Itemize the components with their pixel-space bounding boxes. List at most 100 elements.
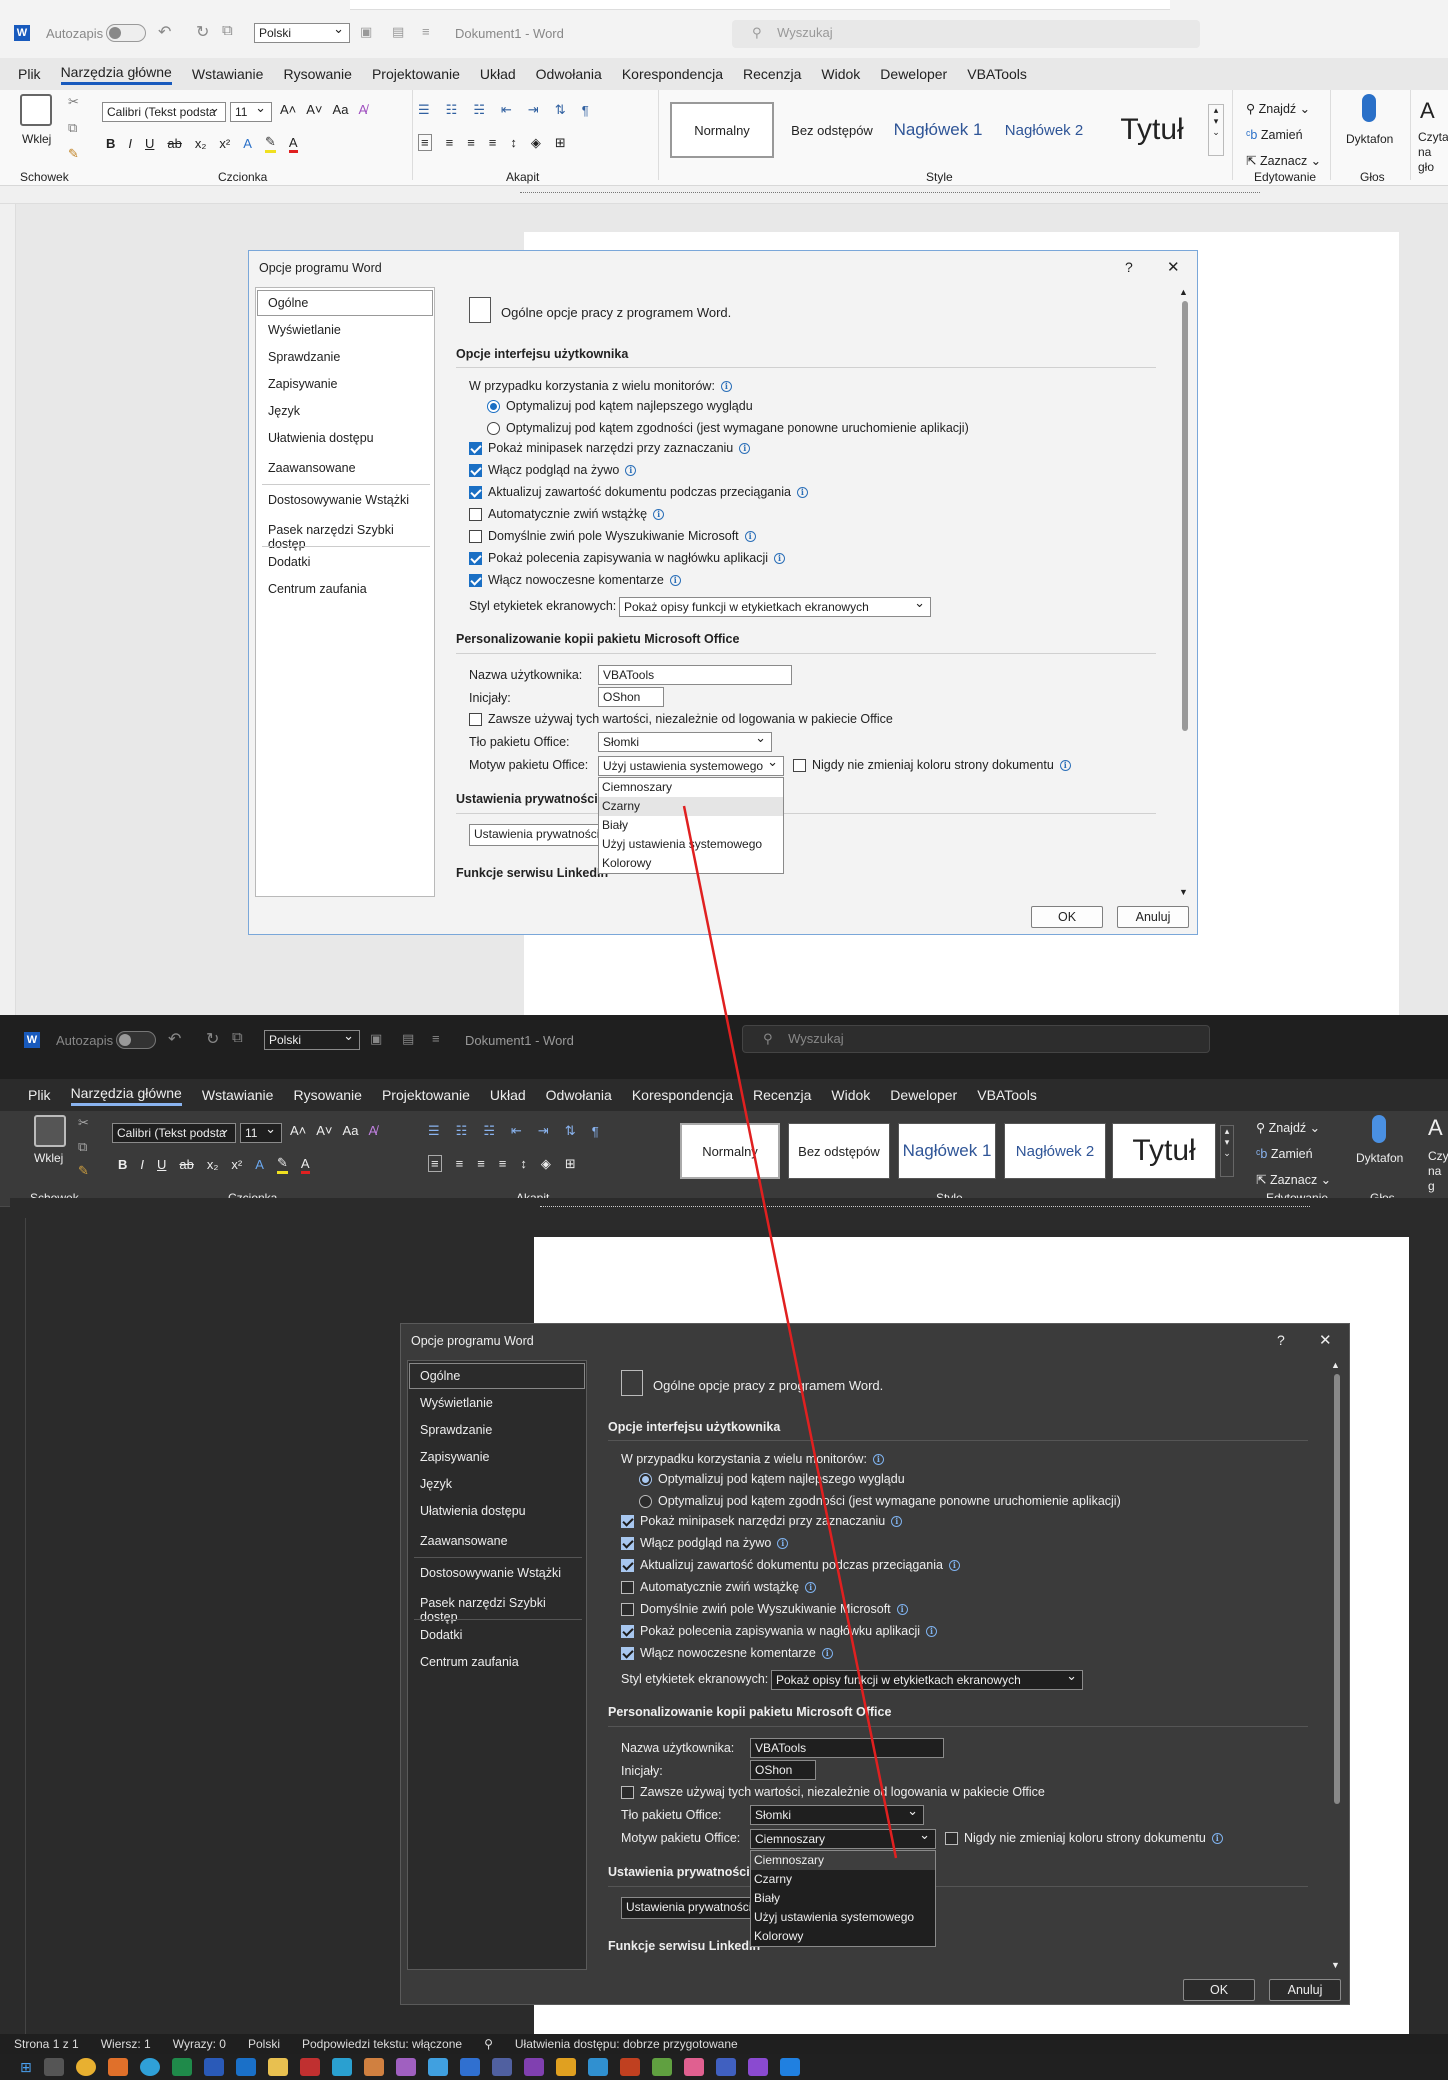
redo-icon[interactable]: ↻ <box>196 22 209 42</box>
firefox-icon[interactable] <box>107 2058 128 2076</box>
app-icon[interactable] <box>395 2058 416 2076</box>
multilevel-list-icon[interactable]: ☵ <box>473 102 485 118</box>
styles-scroll-dark[interactable]: ▴ ▾ ⌄ <box>1220 1125 1234 1177</box>
always-use-checkbox[interactable]: Zawsze używaj tych wartości, niezależnie… <box>469 712 893 726</box>
align-left-icon[interactable]: ≡ <box>428 1155 442 1172</box>
tab-0[interactable]: Plik <box>28 1087 51 1103</box>
shrink-font-icon[interactable]: A˅ <box>316 1123 332 1138</box>
font-color-icon[interactable]: A <box>300 1156 310 1174</box>
nav-advanced[interactable]: Zaawansowane <box>268 461 356 475</box>
app-icon[interactable] <box>459 2058 480 2076</box>
checkbox-option-3[interactable]: Automatycznie zwiń wstążkę i <box>469 507 665 521</box>
highlight-icon[interactable]: ✎ <box>276 1155 288 1174</box>
ok-button[interactable]: OK <box>1031 906 1103 928</box>
horizontal-ruler[interactable] <box>0 186 1448 204</box>
strikethrough-icon[interactable]: ab <box>167 136 181 151</box>
text-effects-icon[interactable]: A <box>255 1157 264 1172</box>
tab-10[interactable]: Deweloper <box>890 1087 957 1103</box>
subscript-icon[interactable]: x₂ <box>207 1157 219 1172</box>
theme-option-colorful[interactable]: Kolorowy <box>751 1927 935 1946</box>
chrome-icon[interactable] <box>75 2058 96 2076</box>
explorer-icon[interactable] <box>267 2058 288 2076</box>
underline-icon[interactable]: U <box>157 1157 166 1172</box>
status-page[interactable]: Strona 1 z 1 <box>14 2037 79 2051</box>
autosave-toggle[interactable] <box>106 24 146 42</box>
replace-button[interactable]: ᶜb Zamień <box>1246 122 1321 148</box>
checkbox-option-3[interactable]: Automatycznie zwiń wstążkę i <box>621 1580 817 1594</box>
close-button[interactable]: ✕ <box>1167 258 1180 276</box>
status-language[interactable]: Polski <box>248 2037 280 2051</box>
radio-best-appearance[interactable]: Optymalizuj pod kątem najlepszego wygląd… <box>639 1472 905 1486</box>
style-heading1[interactable]: Nagłówek 1 <box>886 102 990 158</box>
paste-icon[interactable] <box>20 94 52 126</box>
tab-3[interactable]: Rysowanie <box>293 1087 361 1103</box>
nav-customize-ribbon[interactable]: Dostosowywanie Wstążki <box>268 493 409 507</box>
app-icon[interactable] <box>715 2058 736 2076</box>
close-button[interactable]: ✕ <box>1319 1331 1332 1349</box>
numbering-icon[interactable]: ☷ <box>456 1123 468 1139</box>
align-center-icon[interactable]: ≡ <box>456 1156 464 1171</box>
nav-proofing[interactable]: Sprawdzanie <box>420 1423 492 1437</box>
style-heading2-dark[interactable]: Nagłówek 2 <box>1004 1123 1106 1179</box>
shrink-font-icon[interactable]: A˅ <box>306 102 322 117</box>
checkbox-option-1[interactable]: Włącz podgląd na żywo i <box>621 1536 789 1550</box>
show-marks-icon[interactable]: ¶ <box>592 1124 599 1139</box>
tab-1[interactable]: Narzędzia główne <box>70 1085 182 1106</box>
show-marks-icon[interactable]: ¶ <box>582 103 589 118</box>
copy-icon[interactable]: ⧉ <box>68 120 77 136</box>
tab-2[interactable]: Wstawianie <box>202 1087 274 1103</box>
bullets-icon[interactable]: ☰ <box>418 102 430 118</box>
numbering-icon[interactable]: ☷ <box>446 102 458 118</box>
change-case-icon[interactable]: Aa <box>343 1123 359 1138</box>
tab-7[interactable]: Korespondencja <box>632 1087 733 1103</box>
tab-11[interactable]: VBATools <box>977 1087 1037 1103</box>
theme-select[interactable]: Ciemnoszary <box>750 1829 936 1849</box>
font-size-select-dark[interactable]: 11 <box>240 1123 282 1143</box>
app-icon[interactable] <box>555 2058 576 2076</box>
app-icon[interactable] <box>363 2058 384 2076</box>
align-center-icon[interactable]: ≡ <box>446 135 454 150</box>
status-words[interactable]: Wyrazy: 0 <box>173 2037 226 2051</box>
microphone-icon[interactable] <box>1362 94 1376 122</box>
initials-input[interactable]: OShon <box>750 1760 816 1780</box>
nav-addins[interactable]: Dodatki <box>420 1628 462 1642</box>
search-box-dark[interactable]: ⚲ Wyszukaj <box>742 1025 1210 1053</box>
start-icon[interactable]: ⊞ <box>20 2059 32 2076</box>
style-title-dark[interactable]: Tytuł <box>1112 1123 1216 1179</box>
tab-5[interactable]: Układ <box>490 1087 526 1103</box>
nav-trust-center[interactable]: Centrum zaufania <box>268 582 367 596</box>
tab-11[interactable]: VBATools <box>967 66 1027 82</box>
tab-8[interactable]: Recenzja <box>743 66 801 82</box>
app-icon[interactable] <box>619 2058 640 2076</box>
decrease-indent-icon[interactable]: ⇤ <box>501 102 512 118</box>
checkbox-option-2[interactable]: Aktualizuj zawartość dokumentu podczas p… <box>469 485 808 499</box>
highlight-icon[interactable]: ✎ <box>264 134 276 153</box>
screenshot-icon[interactable]: ⧉ <box>222 22 233 39</box>
excel-icon[interactable] <box>171 2058 192 2076</box>
clear-format-icon[interactable]: A̸ <box>368 1123 377 1138</box>
select-button-dark[interactable]: ⇱ Zaznacz ⌄ <box>1256 1167 1331 1193</box>
grow-font-icon[interactable]: A˄ <box>290 1123 306 1138</box>
checkbox-option-0[interactable]: Pokaż minipasek narzędzi przy zaznaczani… <box>469 441 751 455</box>
save-icon[interactable]: ▣ <box>360 24 372 40</box>
initials-input[interactable]: OShon <box>598 687 664 707</box>
replace-button-dark[interactable]: ᶜb Zamień <box>1256 1141 1331 1167</box>
theme-option-colorful[interactable]: Kolorowy <box>599 854 783 873</box>
print-icon[interactable]: ▤ <box>392 24 404 40</box>
read-aloud-button[interactable]: Czyta na gło <box>1418 130 1448 175</box>
theme-option-white[interactable]: Biały <box>751 1889 935 1908</box>
tab-8[interactable]: Recenzja <box>753 1087 811 1103</box>
align-left-icon[interactable]: ≡ <box>418 134 432 151</box>
language-select-dark[interactable]: Polski <box>264 1030 360 1050</box>
never-change-checkbox[interactable]: Nigdy nie zmieniaj koloru strony dokumen… <box>945 1831 1223 1845</box>
tab-4[interactable]: Projektowanie <box>382 1087 470 1103</box>
tab-4[interactable]: Projektowanie <box>372 66 460 82</box>
borders-icon[interactable]: ⊞ <box>555 135 566 151</box>
sort-icon[interactable]: ⇅ <box>565 1123 576 1139</box>
increase-indent-icon[interactable]: ⇥ <box>528 102 539 118</box>
tab-6[interactable]: Odwołania <box>546 1087 612 1103</box>
always-use-checkbox[interactable]: Zawsze używaj tych wartości, niezależnie… <box>621 1785 1045 1799</box>
read-aloud-button-dark[interactable]: Czy na g <box>1428 1149 1448 1194</box>
app-icon[interactable] <box>299 2058 320 2076</box>
justify-icon[interactable]: ≡ <box>489 135 497 150</box>
